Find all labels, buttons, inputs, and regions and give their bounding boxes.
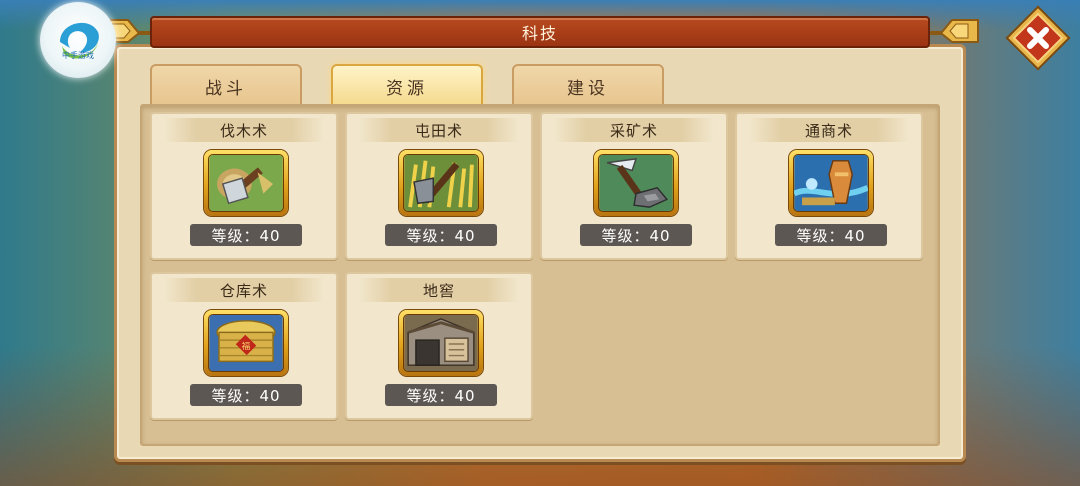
close-button[interactable] [1002, 2, 1074, 74]
tech-level: 等级：40 [385, 384, 497, 406]
tech-name: 通商术 [749, 118, 909, 142]
tech-icon-frame [789, 150, 873, 216]
tech-icon-frame [399, 150, 483, 216]
tech-level: 等级：40 [385, 224, 497, 246]
logo-text: 中手游戏 [62, 51, 94, 60]
tech-name: 伐木术 [164, 118, 324, 142]
tab-resources[interactable]: 资源 [331, 64, 483, 106]
mining-pickaxe-icon [599, 155, 673, 211]
tech-card-lumber[interactable]: 伐木术 等级：40 [150, 112, 338, 260]
tech-icon-frame [594, 150, 678, 216]
lumber-axe-icon [209, 155, 283, 211]
tech-card-cellar[interactable]: 地窖 等级：40 [345, 272, 533, 420]
tech-level: 等级：40 [190, 224, 302, 246]
tech-name: 采矿术 [554, 118, 714, 142]
tech-icon-frame [204, 150, 288, 216]
tech-card-mining[interactable]: 采矿术 等级：40 [540, 112, 728, 260]
tech-level: 等级：40 [190, 384, 302, 406]
cellar-icon [404, 315, 478, 371]
logo-swirl-icon [60, 22, 99, 59]
tech-icon-frame: 福 [204, 310, 288, 376]
tech-level: 等级：40 [580, 224, 692, 246]
granary-icon: 福 [209, 315, 283, 371]
tech-card-granary[interactable]: 仓库术 福 等级：40 [150, 272, 338, 420]
close-icon [1005, 5, 1071, 71]
tech-level: 等级：40 [775, 224, 887, 246]
title-bar: 科技 [150, 16, 930, 48]
tech-name: 仓库术 [164, 278, 324, 302]
tech-icon-frame [399, 310, 483, 376]
game-logo: 中手游戏 [40, 2, 116, 78]
tech-name: 地窖 [359, 278, 519, 302]
window-title: 科技 [521, 24, 558, 43]
tab-combat[interactable]: 战斗 [150, 64, 302, 106]
tech-card-farming[interactable]: 屯田术 等级：40 [345, 112, 533, 260]
tab-construction[interactable]: 建设 [512, 64, 664, 106]
trade-goods-icon [794, 155, 868, 211]
tech-card-trade[interactable]: 通商术 等级：40 [735, 112, 923, 260]
farming-hoe-icon [404, 155, 478, 211]
svg-text:福: 福 [242, 340, 251, 352]
tech-name: 屯田术 [359, 118, 519, 142]
